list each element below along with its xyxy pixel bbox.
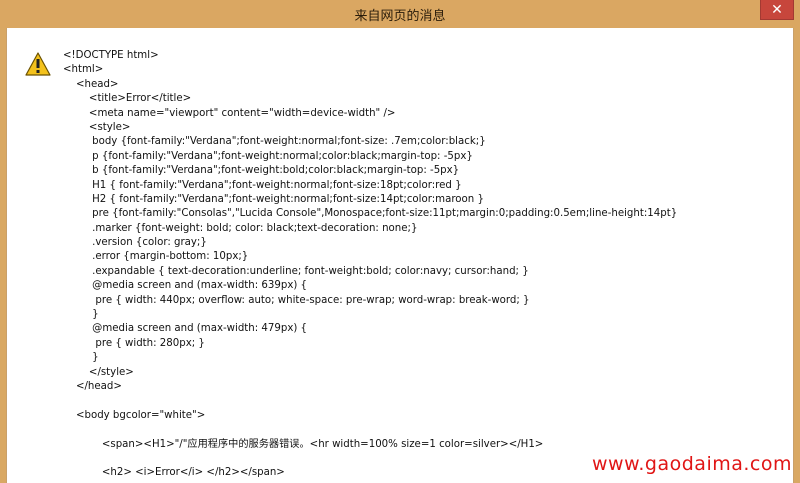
message-line: pre { width: 280px; } [63, 337, 205, 349]
message-body: <!DOCTYPE html> <html> <head> <title>Erro… [6, 28, 794, 483]
message-line: p {font-family:"Verdana";font-weight:nor… [63, 150, 473, 162]
message-line: } [63, 352, 99, 364]
message-line: <head> [63, 78, 119, 90]
message-line: <span><H1>"/"应用程序中的服务器错误。<hr width=100% … [63, 438, 544, 450]
message-line: .version {color: gray;} [63, 237, 207, 249]
message-line: .expandable { text-decoration:underline;… [63, 265, 529, 277]
message-line: H1 { font-family:"Verdana";font-weight:n… [63, 179, 462, 191]
message-line: H2 { font-family:"Verdana";font-weight:n… [63, 193, 484, 205]
message-line: </head> [63, 380, 122, 392]
message-line: .error {margin-bottom: 10px;} [63, 251, 249, 263]
close-icon: ✕ [771, 2, 783, 18]
message-line: <title>Error</title> [63, 93, 192, 105]
message-line: .marker {font-weight: bold; color: black… [63, 222, 418, 234]
watermark: www.gaodaima.com [592, 453, 792, 475]
message-line: body {font-family:"Verdana";font-weight:… [63, 136, 486, 148]
message-line: <meta name="viewport" content="width=dev… [63, 107, 396, 119]
warning-icon [25, 52, 51, 76]
message-line: pre {font-family:"Consolas","Lucida Cons… [63, 208, 678, 220]
message-text: <!DOCTYPE html> <html> <head> <title>Erro… [63, 49, 783, 481]
window-title: 来自网页的消息 [354, 9, 446, 24]
message-line [63, 423, 783, 437]
message-line [63, 394, 783, 408]
message-line: <html> [63, 64, 104, 76]
message-line: <style> [63, 121, 131, 133]
message-line: pre { width: 440px; overflow: auto; whit… [63, 294, 530, 306]
message-line: </style> [63, 366, 134, 378]
window-titlebar: 来自网页的消息 ✕ [0, 0, 800, 28]
close-button[interactable]: ✕ [760, 0, 794, 20]
message-line: <body bgcolor="white"> [63, 409, 206, 421]
message-line: @media screen and (max-width: 479px) { [63, 323, 308, 335]
message-line: @media screen and (max-width: 639px) { [63, 280, 308, 292]
message-line: } [63, 309, 99, 321]
message-line: b {font-family:"Verdana";font-weight:bol… [63, 165, 460, 177]
message-line: <!DOCTYPE html> [63, 50, 159, 61]
